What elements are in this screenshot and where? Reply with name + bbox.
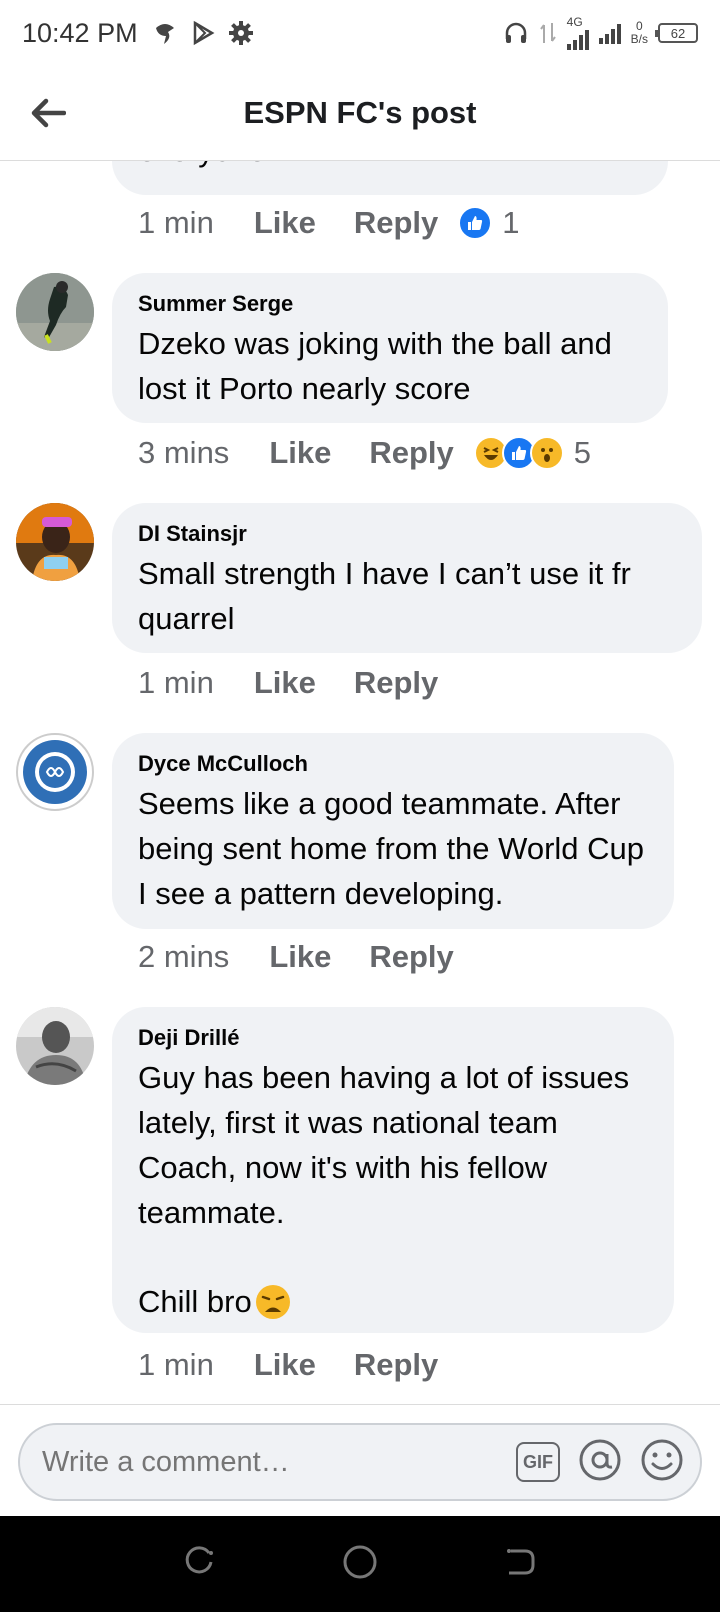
comment-author[interactable]: Deji Drillé bbox=[138, 1025, 650, 1051]
status-time: 10:42 PM bbox=[22, 17, 138, 48]
like-button[interactable]: Like bbox=[269, 435, 331, 471]
data-transfer-icon bbox=[539, 23, 556, 43]
like-button[interactable]: Like bbox=[269, 939, 331, 975]
comments-feed[interactable]: everyone 1 min Like Reply 1 Summer Serge… bbox=[0, 161, 720, 1404]
back-arrow-icon bbox=[31, 98, 66, 128]
reply-button[interactable]: Reply bbox=[369, 939, 453, 975]
like-button[interactable]: Like bbox=[254, 1347, 316, 1383]
recent-apps-button[interactable] bbox=[183, 1545, 217, 1584]
comment-actions: 2 mins Like Reply bbox=[138, 939, 454, 975]
like-button[interactable]: Like bbox=[254, 665, 316, 701]
headphones-icon bbox=[505, 22, 526, 43]
like-reaction-icon bbox=[458, 206, 493, 240]
reply-button[interactable]: Reply bbox=[354, 205, 438, 241]
comment-time[interactable]: 1 min bbox=[138, 665, 214, 701]
reaction-count: 1 bbox=[502, 205, 520, 240]
comment-author[interactable]: DI Stainsjr bbox=[138, 521, 678, 547]
comment-bubble[interactable]: Dyce McCulloch Seems like a good teammat… bbox=[112, 733, 674, 929]
weary-face-emoji-icon bbox=[255, 1284, 290, 1319]
comment-text: Seems like a good teammate. After being … bbox=[138, 786, 645, 911]
comment-input[interactable] bbox=[42, 1445, 516, 1479]
app-header: ESPN FC's post bbox=[0, 66, 720, 161]
comment-actions: 1 min Like Reply bbox=[138, 665, 438, 701]
avatar[interactable] bbox=[16, 733, 94, 811]
comment-time[interactable]: 2 mins bbox=[138, 939, 229, 975]
mention-button[interactable] bbox=[578, 1438, 622, 1487]
reactions-summary[interactable]: 1 bbox=[458, 205, 520, 241]
comment-composer[interactable]: GIF bbox=[18, 1423, 702, 1501]
data-speed-unit: B/s bbox=[630, 32, 648, 46]
reactions-summary[interactable]: 5 bbox=[473, 435, 592, 471]
signal-strength-2-icon bbox=[598, 22, 621, 44]
play-store-icon bbox=[193, 20, 215, 46]
reply-button[interactable]: Reply bbox=[354, 665, 438, 701]
wow-reaction-icon bbox=[529, 436, 564, 470]
avatar[interactable] bbox=[16, 1007, 94, 1085]
comment-bubble[interactable]: Deji Drillé Guy has been having a lot of… bbox=[112, 1007, 674, 1333]
comment-time[interactable]: 1 min bbox=[138, 205, 214, 241]
comment-text: Guy has been having a lot of issues late… bbox=[138, 1060, 630, 1230]
home-button[interactable] bbox=[342, 1544, 378, 1585]
emoji-button[interactable] bbox=[640, 1438, 684, 1487]
avatar[interactable] bbox=[16, 503, 94, 581]
back-button[interactable] bbox=[0, 66, 96, 161]
system-navigation-bar bbox=[0, 1516, 720, 1612]
settings-gear-icon bbox=[228, 21, 253, 45]
emoji-icon bbox=[641, 1439, 683, 1480]
like-button[interactable]: Like bbox=[254, 205, 316, 241]
recent-apps-icon bbox=[185, 1545, 213, 1573]
comment-text: Small strength I have I can’t use it fr … bbox=[138, 556, 631, 636]
comment-bubble[interactable]: Summer Serge Dzeko was joking with the b… bbox=[112, 273, 668, 423]
status-bar: 10:42 PM 4G 0 B/s 62 bbox=[0, 0, 720, 66]
comment-bubble[interactable]: DI Stainsjr Small strength I have I can’… bbox=[112, 503, 702, 653]
comment-time[interactable]: 1 min bbox=[138, 1347, 214, 1383]
comment-author[interactable]: Dyce McCulloch bbox=[138, 751, 650, 777]
comment-author[interactable]: Summer Serge bbox=[138, 291, 644, 317]
comment-composer-bar: GIF bbox=[0, 1404, 720, 1516]
network-type: 4G bbox=[566, 15, 583, 29]
comment-bubble-partial[interactable]: everyone bbox=[112, 161, 668, 195]
avatar[interactable] bbox=[16, 273, 94, 351]
reply-button[interactable]: Reply bbox=[354, 1347, 438, 1383]
comment-actions: 3 mins Like Reply 5 bbox=[138, 435, 591, 471]
signal-strength-icon bbox=[566, 28, 589, 50]
mention-icon bbox=[579, 1439, 621, 1480]
reply-button[interactable]: Reply bbox=[369, 435, 453, 471]
comment-time[interactable]: 3 mins bbox=[138, 435, 229, 471]
comment-actions: 1 min Like Reply 1 bbox=[138, 205, 520, 241]
comment-text: everyone bbox=[138, 161, 266, 169]
app-notification-icon bbox=[155, 24, 174, 44]
battery-icon: 62 bbox=[655, 23, 698, 43]
comment-text-line: Chill bro bbox=[138, 1284, 252, 1319]
home-icon bbox=[343, 1545, 377, 1578]
club-logo-icon bbox=[20, 737, 90, 807]
reaction-count: 5 bbox=[573, 435, 592, 470]
comment-actions: 1 min Like Reply bbox=[138, 1347, 438, 1383]
gif-button[interactable]: GIF bbox=[516, 1442, 560, 1482]
comment-text: Dzeko was joking with the ball and lost … bbox=[138, 326, 612, 406]
back-nav-button[interactable] bbox=[503, 1545, 537, 1584]
back-nav-icon bbox=[507, 1548, 535, 1574]
gif-icon: GIF bbox=[523, 1451, 553, 1472]
page-title: ESPN FC's post bbox=[243, 95, 477, 130]
